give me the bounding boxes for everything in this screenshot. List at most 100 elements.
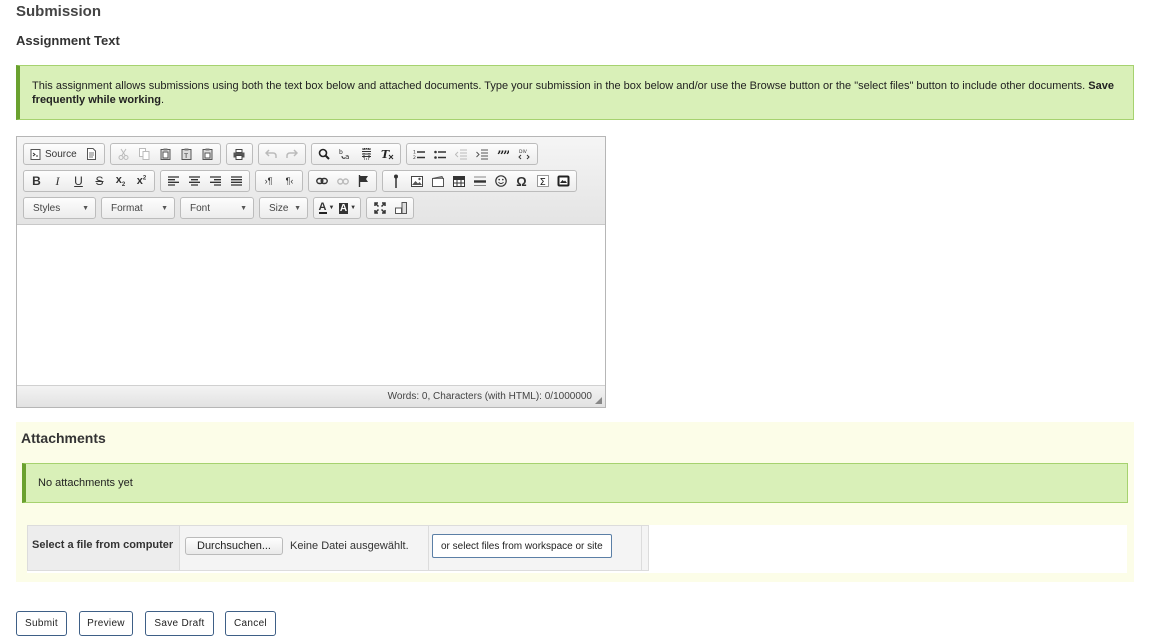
flash-button[interactable] xyxy=(427,172,448,190)
superscript-icon: x2 xyxy=(136,175,147,187)
smiley-icon xyxy=(494,175,507,187)
image-button[interactable] xyxy=(406,172,427,190)
select-files-button[interactable]: or select files from workspace or site xyxy=(432,534,612,558)
undo-button[interactable] xyxy=(261,145,282,163)
link-button[interactable] xyxy=(311,172,332,190)
redo-button[interactable] xyxy=(282,145,303,163)
rich-text-editor: Source T ba T 1 2 ” DIV B I U S x2 x2 ›¶… xyxy=(16,136,606,408)
source-icon xyxy=(30,148,41,160)
blockquote-button[interactable]: ”” xyxy=(493,145,514,163)
font-dropdown[interactable]: Font ▼ xyxy=(180,197,254,219)
toolbar-group-lists: 12 ”” DIV xyxy=(405,143,538,165)
background-color-button[interactable]: A ▼ xyxy=(337,199,358,217)
sigma-icon: Σ xyxy=(536,175,549,187)
create-div-button[interactable]: DIV xyxy=(514,145,535,163)
subscript-button[interactable]: x2 xyxy=(110,172,131,190)
text-color-button[interactable]: A ▼ xyxy=(316,199,337,217)
horizontal-rule-button[interactable] xyxy=(469,172,490,190)
toolbar-group-find: ba T xyxy=(310,143,401,165)
paste-word-button[interactable] xyxy=(197,145,218,163)
justify-button[interactable] xyxy=(226,172,247,190)
underline-button[interactable]: U xyxy=(68,172,89,190)
strikethrough-button[interactable]: S xyxy=(89,172,110,190)
italic-button[interactable]: I xyxy=(47,172,68,190)
toolbar-group-direction: ›¶ ¶‹ xyxy=(255,170,303,192)
chevron-down-icon: ▼ xyxy=(82,204,89,212)
maximize-button[interactable] xyxy=(369,199,390,217)
table-button[interactable] xyxy=(448,172,469,190)
iframe-button[interactable] xyxy=(553,172,574,190)
size-dropdown[interactable]: Size ▼ xyxy=(259,197,308,219)
cut-button[interactable] xyxy=(113,145,134,163)
align-center-button[interactable] xyxy=(184,172,205,190)
chevron-down-icon: ▼ xyxy=(328,205,335,211)
magnifier-icon xyxy=(318,148,330,160)
remove-format-button[interactable]: T xyxy=(377,145,398,163)
submit-button[interactable]: Submit xyxy=(16,611,67,636)
paste-text-button[interactable]: T xyxy=(176,145,197,163)
outdent-icon xyxy=(455,149,468,159)
align-left-button[interactable] xyxy=(163,172,184,190)
size-label: Size xyxy=(269,202,289,214)
outdent-button[interactable] xyxy=(451,145,472,163)
styles-dropdown[interactable]: Styles ▼ xyxy=(23,197,96,219)
templates-button[interactable] xyxy=(81,145,102,163)
bold-button[interactable]: B xyxy=(26,172,47,190)
show-blocks-icon xyxy=(394,202,407,214)
format-dropdown[interactable]: Format ▼ xyxy=(101,197,175,219)
attachments-panel: Attachments No attachments yet Select a … xyxy=(16,422,1134,582)
unlink-button[interactable] xyxy=(332,172,353,190)
align-right-button[interactable] xyxy=(205,172,226,190)
table-icon xyxy=(452,175,465,187)
bold-icon: B xyxy=(32,174,41,188)
styles-label: Styles xyxy=(33,202,61,214)
redo-icon xyxy=(286,149,299,158)
no-attachments-message: No attachments yet xyxy=(22,463,1128,503)
numbered-list-button[interactable]: 12 xyxy=(409,145,430,163)
math-button[interactable]: Σ xyxy=(532,172,553,190)
find-button[interactable] xyxy=(314,145,335,163)
chevron-down-icon: ▼ xyxy=(294,204,301,212)
svg-text:a: a xyxy=(345,153,349,160)
resize-handle-icon[interactable] xyxy=(595,397,602,404)
editor-content-area[interactable] xyxy=(17,226,605,385)
replace-button[interactable]: ba xyxy=(335,145,356,163)
show-blocks-button[interactable] xyxy=(390,199,411,217)
instructions-text: This assignment allows submissions using… xyxy=(32,80,1086,92)
undo-icon xyxy=(265,149,277,158)
rtl-button[interactable]: ¶‹ xyxy=(279,172,300,190)
svg-text:Σ: Σ xyxy=(539,177,545,187)
copy-button[interactable] xyxy=(134,145,155,163)
strikethrough-icon: S xyxy=(95,174,104,188)
anchor-button[interactable] xyxy=(353,172,374,190)
select-all-button[interactable] xyxy=(356,145,377,163)
print-button[interactable] xyxy=(229,145,250,163)
pin-icon xyxy=(393,174,398,188)
preview-button[interactable]: Preview xyxy=(79,611,133,636)
svg-text:DIV: DIV xyxy=(519,149,528,155)
indent-icon xyxy=(476,149,489,159)
indent-button[interactable] xyxy=(472,145,493,163)
printer-icon xyxy=(233,148,245,160)
save-draft-button[interactable]: Save Draft xyxy=(145,611,214,636)
document-icon xyxy=(86,148,96,160)
toolbar-group-colors: A ▼ A ▼ xyxy=(313,197,361,219)
chevron-down-icon: ▼ xyxy=(240,204,247,212)
insert-media-button[interactable] xyxy=(385,172,406,190)
source-button[interactable]: Source xyxy=(26,145,81,163)
svg-text:b: b xyxy=(339,149,343,156)
paste-button[interactable] xyxy=(155,145,176,163)
browse-button[interactable]: Durchsuchen... xyxy=(185,537,283,555)
superscript-button[interactable]: x2 xyxy=(131,172,152,190)
text-color-icon: A xyxy=(318,201,327,214)
bulleted-list-button[interactable] xyxy=(430,145,451,163)
cancel-button[interactable]: Cancel xyxy=(225,611,276,636)
file-input-cell: Durchsuchen... Keine Datei ausgewählt. xyxy=(179,525,429,571)
svg-text:1: 1 xyxy=(413,149,416,155)
toolbar-group-clipboard: T xyxy=(109,143,221,165)
film-icon xyxy=(431,175,444,187)
ltr-button[interactable]: ›¶ xyxy=(258,172,279,190)
svg-text:T: T xyxy=(381,148,390,160)
special-char-button[interactable]: Ω xyxy=(511,172,532,190)
smiley-button[interactable] xyxy=(490,172,511,190)
